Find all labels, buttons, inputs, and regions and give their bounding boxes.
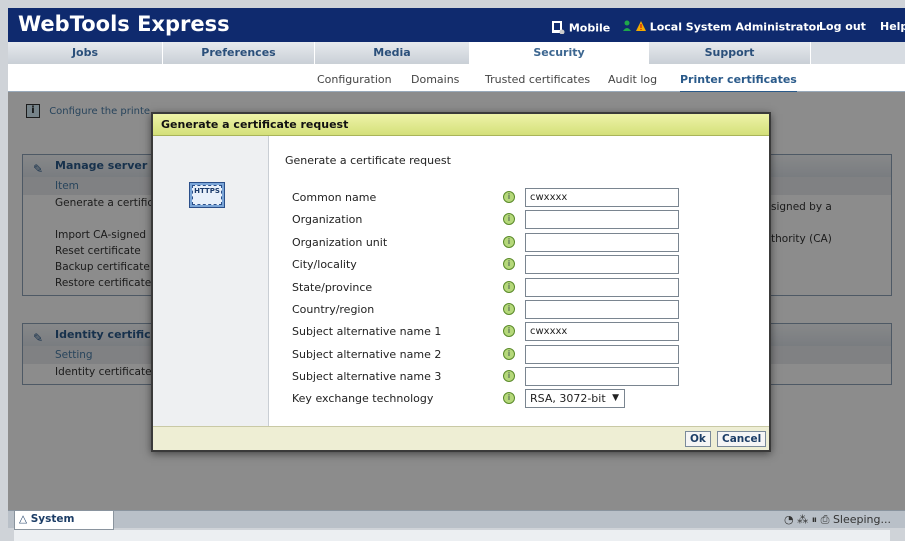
ok-button[interactable]: Ok: [685, 431, 711, 447]
device-icon: [551, 20, 565, 37]
field-san-2: Subject alternative name 2 i: [292, 345, 752, 365]
field-label: Country/region: [292, 303, 375, 316]
field-label: Subject alternative name 2: [292, 348, 442, 361]
certificate-request-dialog: Generate a certificate request HTTPS Gen…: [151, 112, 771, 452]
info-icon[interactable]: i: [503, 191, 515, 203]
info-icon[interactable]: i: [503, 325, 515, 337]
info-icon[interactable]: i: [503, 236, 515, 248]
printer-icon: ⎙: [820, 513, 830, 526]
field-organization: Organization i: [292, 210, 752, 230]
common-name-input[interactable]: [525, 188, 679, 207]
field-label: City/locality: [292, 258, 357, 271]
status-bar: △ System ◔ ⁂ ⏸ ⎙ Sleeping...: [8, 510, 905, 530]
https-certificate-icon: HTTPS: [189, 182, 225, 208]
field-label: Organization unit: [292, 236, 388, 249]
mobile-link[interactable]: Mobile: [551, 20, 610, 37]
paper-icon: ⁂: [797, 513, 809, 526]
san-3-input[interactable]: [525, 367, 679, 386]
field-city: City/locality i: [292, 255, 752, 275]
tab-security[interactable]: Security: [470, 42, 649, 64]
info-icon[interactable]: i: [503, 213, 515, 225]
field-san-1: Subject alternative name 1 i: [292, 322, 752, 342]
organization-unit-input[interactable]: [525, 233, 679, 252]
toner-icon: ◔: [784, 513, 794, 526]
organization-input[interactable]: [525, 210, 679, 229]
field-common-name: Common name i: [292, 188, 752, 208]
tab-media[interactable]: Media: [315, 42, 470, 64]
help-link[interactable]: Help: [880, 20, 905, 33]
subnav-domains[interactable]: Domains: [411, 73, 459, 86]
subnav-printer-certificates[interactable]: Printer certificates: [680, 73, 797, 93]
field-organization-unit: Organization unit i: [292, 233, 752, 253]
san-2-input[interactable]: [525, 345, 679, 364]
dropdown-arrow-icon: ▼: [612, 393, 619, 403]
printer-state: Sleeping...: [832, 513, 891, 526]
pause-icon: ⏸: [811, 513, 818, 526]
dialog-heading: Generate a certificate request: [285, 154, 451, 167]
info-icon[interactable]: i: [503, 303, 515, 315]
field-key-exchange: Key exchange technology i RSA, 3072-bit …: [292, 389, 752, 409]
san-1-input[interactable]: [525, 322, 679, 341]
dialog-sidebar: HTTPS: [153, 136, 269, 428]
tab-support[interactable]: Support: [649, 42, 811, 64]
info-icon[interactable]: i: [503, 258, 515, 270]
country-input[interactable]: [525, 300, 679, 319]
field-state: State/province i: [292, 278, 752, 298]
field-label: Common name: [292, 191, 377, 204]
user-menu[interactable]: Local System Administrator: [622, 20, 822, 35]
app-title: WebTools Express: [18, 12, 230, 36]
key-exchange-select[interactable]: RSA, 3072-bit ▼: [525, 389, 625, 408]
city-input[interactable]: [525, 255, 679, 274]
info-icon[interactable]: i: [503, 348, 515, 360]
field-san-3: Subject alternative name 3 i: [292, 367, 752, 387]
info-icon[interactable]: i: [503, 392, 515, 404]
bottom-strip: [14, 530, 890, 541]
field-label: Organization: [292, 213, 363, 226]
main-tabs: Jobs Preferences Media Security Support: [8, 42, 905, 64]
warning-icon: [635, 21, 646, 34]
tab-jobs[interactable]: Jobs: [8, 42, 163, 64]
subnav-audit-log[interactable]: Audit log: [608, 73, 657, 86]
field-label: Subject alternative name 1: [292, 325, 442, 338]
dialog-title: Generate a certificate request: [153, 114, 769, 136]
sub-navigation: Configuration Domains Trusted certificat…: [8, 64, 905, 93]
info-icon[interactable]: i: [503, 281, 515, 293]
user-icon: [622, 20, 632, 35]
triangle-icon: △: [19, 513, 31, 525]
subnav-trusted-certificates[interactable]: Trusted certificates: [485, 73, 590, 86]
status-indicators: ◔ ⁂ ⏸ ⎙ Sleeping...: [784, 513, 891, 527]
field-country: Country/region i: [292, 300, 752, 320]
state-input[interactable]: [525, 278, 679, 297]
logout-link[interactable]: Log out: [819, 20, 866, 33]
field-label: Key exchange technology: [292, 392, 434, 405]
header-bar: WebTools Express Mobile Local System Adm…: [8, 8, 905, 42]
subnav-configuration[interactable]: Configuration: [317, 73, 392, 86]
tab-preferences[interactable]: Preferences: [163, 42, 315, 64]
field-label: State/province: [292, 281, 373, 294]
info-icon[interactable]: i: [503, 370, 515, 382]
cancel-button[interactable]: Cancel: [717, 431, 767, 447]
system-tab[interactable]: △ System: [14, 511, 114, 530]
dialog-footer: Ok Cancel: [153, 426, 769, 450]
field-label: Subject alternative name 3: [292, 370, 442, 383]
